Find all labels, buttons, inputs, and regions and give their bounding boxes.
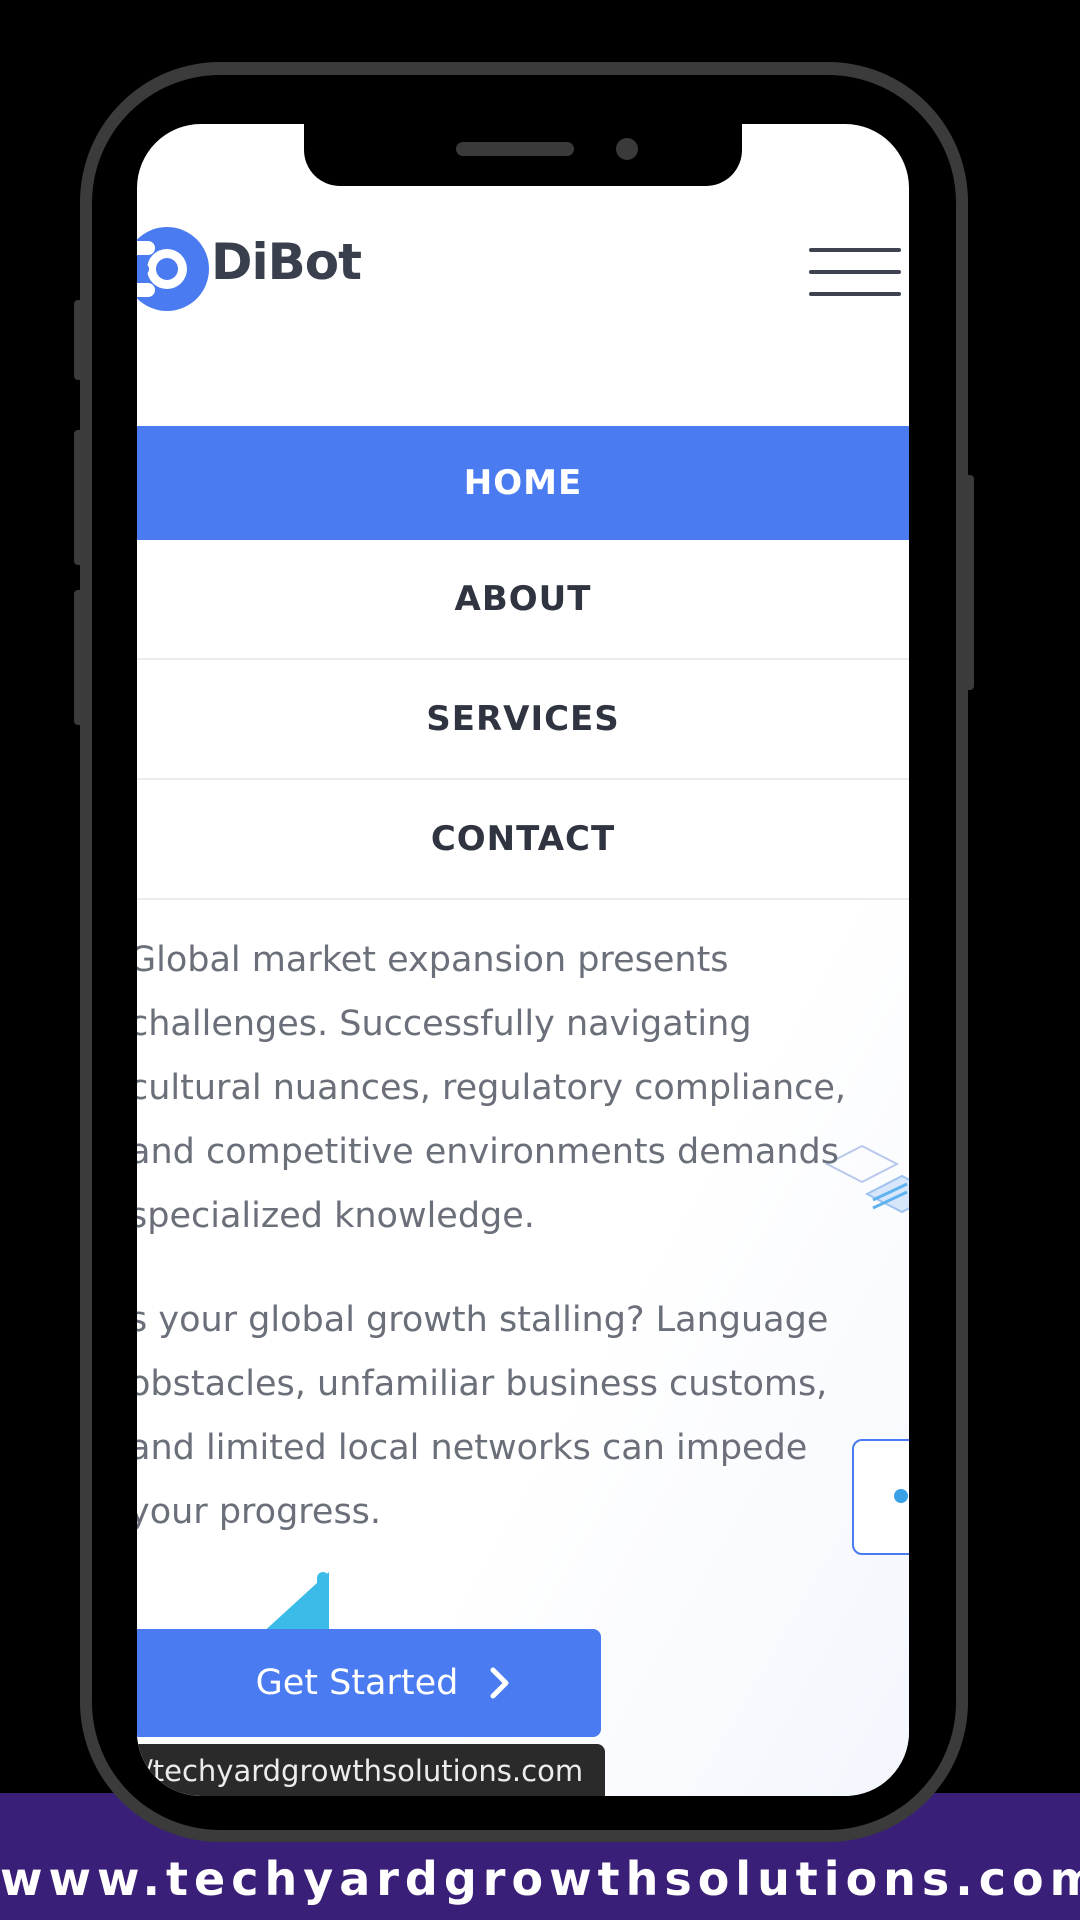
notch <box>304 124 742 186</box>
mute-switch <box>74 590 84 725</box>
nav-item-services[interactable]: SERVICES <box>137 660 909 780</box>
menu-bar-bottom <box>809 292 901 296</box>
logo-text: DiBot <box>211 233 362 291</box>
speaker-grille <box>456 142 574 156</box>
nav-item-about[interactable]: ABOUT <box>137 540 909 660</box>
power-button <box>964 475 974 690</box>
chat-icon <box>894 1489 908 1503</box>
get-started-label: Get Started <box>255 1663 459 1703</box>
nav-item-contact[interactable]: CONTACT <box>137 780 909 900</box>
chevron-right-icon <box>490 1667 509 1699</box>
menu-bar-middle <box>809 270 901 274</box>
link-status-url: /techyardgrowthsolutions.com <box>137 1744 606 1796</box>
footer-url: www.techyardgrowthsolutions.com <box>0 1852 1080 1906</box>
chat-widget-button[interactable] <box>852 1439 909 1555</box>
intro-paragraph: Global market expansion presents challen… <box>137 940 847 1236</box>
menu-bar-top <box>809 248 901 252</box>
nav-item-home[interactable]: HOME <box>137 426 909 540</box>
volume-up-button <box>74 300 84 380</box>
hamburger-menu-icon[interactable] <box>809 248 901 298</box>
dibot-logo-mark-icon <box>137 227 209 311</box>
front-camera <box>616 138 638 160</box>
mobile-nav-menu: HOME ABOUT SERVICES CONTACT <box>137 426 909 900</box>
phone-screen: DiBot HOME ABOUT SERVICES CONTACT Global… <box>137 124 909 1796</box>
volume-down-button <box>74 430 84 565</box>
growth-paragraph: s your global growth stalling? Language … <box>137 1300 829 1532</box>
get-started-button[interactable]: Get Started <box>137 1629 601 1737</box>
